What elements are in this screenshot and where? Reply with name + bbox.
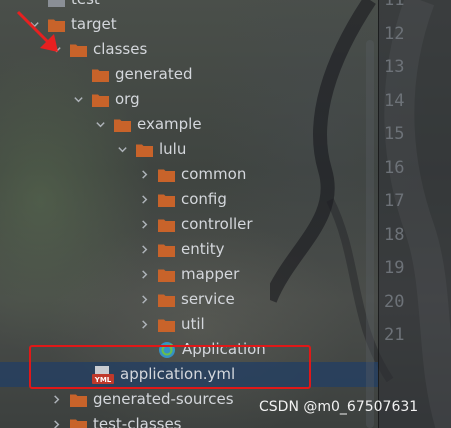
chevron-down-icon[interactable] [72, 94, 84, 106]
tree-item-label: mapper [181, 265, 240, 283]
folder-orange-icon [70, 418, 87, 428]
tree-item-example[interactable]: example [0, 112, 378, 137]
tree-item-label: common [181, 165, 247, 183]
chevron-right-icon[interactable] [138, 294, 150, 306]
line-number: 12 [384, 23, 405, 44]
annotation-arrow-icon [16, 10, 58, 52]
line-number: 13 [384, 57, 405, 77]
folder-orange-icon [158, 168, 175, 182]
tree-item-label: test-classes [93, 415, 182, 428]
line-number: 20 [384, 291, 405, 312]
folder-orange-icon [158, 268, 175, 282]
chevron-right-icon[interactable] [50, 419, 62, 428]
tree-item-label: target [71, 15, 117, 33]
tree-item-util[interactable]: util [0, 312, 378, 337]
chevron-right-icon[interactable] [138, 169, 150, 181]
tree-item-label: example [137, 115, 202, 133]
tree-item-label: config [181, 190, 227, 208]
tree-item-label: service [181, 290, 235, 308]
tree-item-label: generated [115, 65, 193, 83]
tree-item-label: org [115, 90, 140, 108]
folder-orange-icon [158, 243, 175, 257]
folder-orange-icon [158, 293, 175, 307]
tree-item-label: classes [93, 40, 148, 58]
tree-item-label: util [181, 315, 205, 333]
line-number: 18 [384, 224, 405, 245]
tree-item-service[interactable]: service [0, 287, 378, 312]
tree-item-org[interactable]: org [0, 87, 378, 112]
tree-item-label: test [71, 0, 100, 12]
tree-item-lulu[interactable]: lulu [0, 137, 378, 162]
tree-item-entity[interactable]: entity [0, 237, 378, 262]
tree-item-common[interactable]: common [0, 162, 378, 187]
line-number: 19 [384, 258, 405, 278]
tree-item-generated[interactable]: generated [0, 62, 378, 87]
tree-scrollbar[interactable] [366, 40, 374, 428]
folder-orange-icon [158, 218, 175, 232]
tree-item-label: generated-sources [93, 390, 234, 408]
folder-orange-icon [136, 143, 153, 157]
tree-item-config[interactable]: config [0, 187, 378, 212]
line-number: 15 [384, 124, 405, 144]
folder-orange-icon [92, 93, 109, 107]
chevron-right-icon[interactable] [138, 244, 150, 256]
tree-item-label: entity [181, 240, 225, 258]
chevron-down-icon[interactable] [94, 119, 106, 131]
chevron-right-icon[interactable] [50, 394, 62, 406]
folder-orange-icon [70, 393, 87, 407]
watermark-text: CSDN @m0_67507631 [259, 399, 419, 415]
folder-orange-icon [114, 118, 131, 132]
annotation-highlight-box [29, 345, 311, 389]
folder-orange-icon [158, 318, 175, 332]
line-number: 11 [384, 0, 405, 10]
tree-item-label: controller [181, 215, 253, 233]
line-number: 16 [384, 157, 405, 178]
chevron-down-icon[interactable] [116, 144, 128, 156]
chevron-right-icon[interactable] [138, 269, 150, 281]
line-number: 14 [384, 90, 405, 111]
tree-item-mapper[interactable]: mapper [0, 262, 378, 287]
chevron-right-icon[interactable] [138, 319, 150, 331]
folder-orange-icon [92, 68, 109, 82]
chevron-right-icon[interactable] [138, 219, 150, 231]
chevron-right-icon[interactable] [138, 194, 150, 206]
folder-grey-icon [48, 0, 65, 7]
tree-item-controller[interactable]: controller [0, 212, 378, 237]
line-number: 21 [384, 325, 405, 345]
tree-item-label: lulu [159, 140, 187, 158]
line-number: 17 [384, 191, 405, 211]
folder-orange-icon [158, 193, 175, 207]
folder-orange-icon [70, 43, 87, 57]
